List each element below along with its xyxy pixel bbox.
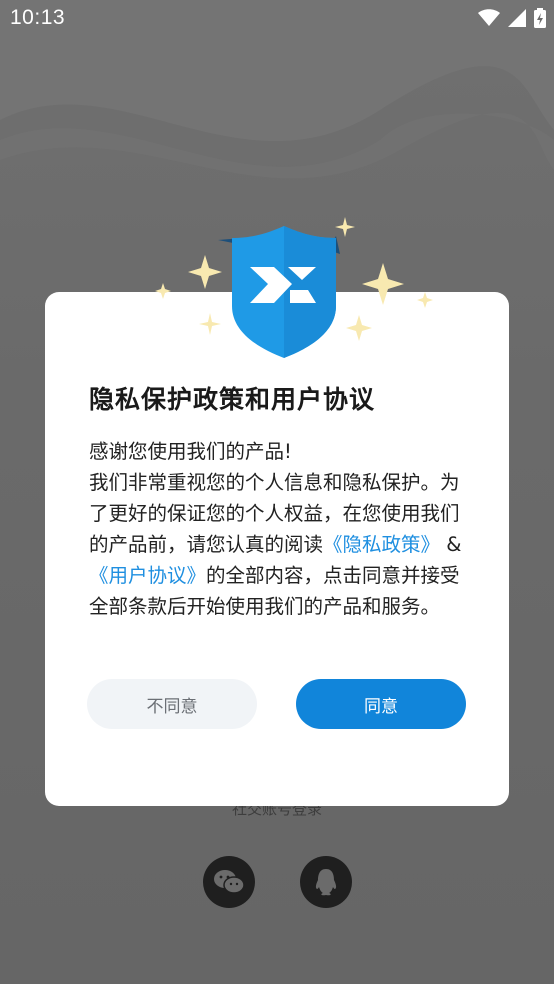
- dialog-title: 隐私保护政策和用户协议: [89, 385, 376, 414]
- shield-illustration: [155, 217, 433, 358]
- privacy-policy-link[interactable]: 《隐私政策》: [323, 533, 440, 556]
- dialog-overlay: 隐私保护政策和用户协议 感谢您使用我们的产品! 我们非常重视您的个人信息和隐私保…: [0, 0, 554, 984]
- dialog-message: 我们非常重视您的个人信息和隐私保护。为了更好的保证您的个人权益，在您使用我们的产…: [89, 467, 469, 622]
- dialog-body: 感谢您使用我们的产品! 我们非常重视您的个人信息和隐私保护。为了更好的保证您的个…: [89, 436, 469, 622]
- agree-button[interactable]: 同意: [296, 679, 466, 729]
- user-agreement-link[interactable]: 《用户协议》: [89, 564, 206, 587]
- decline-button[interactable]: 不同意: [87, 679, 257, 729]
- dialog-greeting: 感谢您使用我们的产品!: [89, 440, 292, 463]
- ampersand-text: &: [440, 533, 462, 556]
